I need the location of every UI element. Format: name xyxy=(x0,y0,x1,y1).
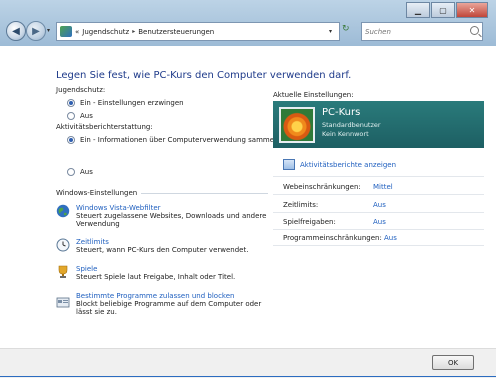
minimize-icon: ▁ xyxy=(414,5,422,15)
windows-settings-header: Windows-Einstellungen xyxy=(56,189,268,197)
setting-label: Spielfreigaben: xyxy=(283,218,336,226)
activity-reports-link[interactable]: Aktivitätsberichte anzeigen xyxy=(283,159,396,170)
user-account-type: Standardbenutzer xyxy=(322,121,381,129)
breadcrumb-item[interactable]: Jugendschutz xyxy=(82,28,129,36)
web-filter-link[interactable]: Windows Vista-Webfilter xyxy=(76,204,276,212)
web-restrictions-value[interactable]: Mittel xyxy=(373,183,393,191)
radio-label: Aus xyxy=(80,168,93,176)
control-panel-icon xyxy=(60,26,72,37)
avatar xyxy=(279,107,315,143)
games-trophy-icon xyxy=(58,265,68,278)
divider xyxy=(273,194,484,195)
user-summary-panel: PC-Kurs Standardbenutzer Kein Kennwort xyxy=(273,101,484,148)
refresh-icon[interactable]: ↻ xyxy=(342,24,350,34)
parental-control-label: Jugendschutz: xyxy=(56,86,106,94)
breadcrumb-item[interactable]: Benutzersteuerungen xyxy=(138,28,214,36)
time-limits-description: Steuert, wann PC-Kurs den Computer verwe… xyxy=(76,246,249,254)
parental-control-off-radio[interactable]: Aus xyxy=(67,112,93,120)
search-box[interactable] xyxy=(361,22,483,41)
divider xyxy=(273,212,484,213)
radio-selected-icon xyxy=(67,99,75,107)
divider xyxy=(141,192,268,194)
web-filter-description: Steuert zugelassene Websites, Downloads … xyxy=(76,212,267,228)
close-button[interactable]: ✕ xyxy=(456,2,488,18)
setting-label: Zeitlimits: xyxy=(283,201,319,209)
activity-reporting-label: Aktivitätsberichterstattung: xyxy=(56,123,153,131)
parental-control-on-radio[interactable]: Ein - Einstellungen erzwingen xyxy=(67,99,184,107)
breadcrumb-separator-icon[interactable]: ▸ xyxy=(132,28,135,35)
games-link[interactable]: Spiele xyxy=(76,265,276,273)
back-arrow-icon: ◀ xyxy=(12,25,20,37)
maximize-button[interactable]: ▢ xyxy=(431,2,455,18)
forward-button[interactable]: ▶ xyxy=(26,21,46,41)
setting-label: Programmeinschränkungen: xyxy=(283,234,382,242)
address-dropdown-icon[interactable]: ▾ xyxy=(329,28,339,35)
activity-reports-label: Aktivitätsberichte anzeigen xyxy=(300,160,397,169)
radio-label: Ein - Einstellungen erzwingen xyxy=(80,99,184,107)
breadcrumb-overflow[interactable]: « xyxy=(75,28,79,36)
ok-button[interactable]: OK xyxy=(432,355,474,370)
radio-selected-icon xyxy=(67,136,75,144)
back-button[interactable]: ◀ xyxy=(6,21,26,41)
radio-label: Ein - Informationen über Computerverwend… xyxy=(80,136,281,144)
minimize-button[interactable]: ▁ xyxy=(406,2,430,18)
globe-icon xyxy=(56,204,70,218)
divider xyxy=(273,229,484,230)
search-icon[interactable] xyxy=(470,26,479,35)
time-limits-link[interactable]: Zeitlimits xyxy=(76,238,276,246)
current-settings-title: Aktuelle Einstellungen: xyxy=(273,91,354,99)
section-label: Windows-Einstellungen xyxy=(56,189,138,197)
time-limits-value[interactable]: Aus xyxy=(373,201,386,209)
programs-description: Blockt beliebige Programme auf dem Compu… xyxy=(76,300,262,316)
user-name: PC-Kurs xyxy=(322,107,361,118)
close-icon: ✕ xyxy=(468,5,476,15)
activity-reporting-off-radio[interactable]: Aus xyxy=(67,168,93,176)
content-area: Legen Sie fest, wie PC-Kurs den Computer… xyxy=(0,46,496,348)
task-web-filter: Windows Vista-Webfilter Steuert zugelass… xyxy=(56,204,276,228)
divider xyxy=(273,176,484,177)
clock-icon xyxy=(56,238,70,252)
window-controls: ▁ ▢ ✕ xyxy=(406,2,488,18)
task-programs: Bestimmte Programme zulassen und blocken… xyxy=(56,292,276,316)
recent-pages-dropdown[interactable]: ▾ xyxy=(47,27,50,34)
setting-label: Webeinschränkungen: xyxy=(283,183,361,191)
game-ratings-value[interactable]: Aus xyxy=(373,218,386,226)
games-description: Steuert Spiele laut Freigabe, Inhalt ode… xyxy=(76,273,236,281)
user-password-status: Kein Kennwort xyxy=(322,130,369,138)
search-input[interactable] xyxy=(362,26,467,37)
page-title: Legen Sie fest, wie PC-Kurs den Computer… xyxy=(56,70,352,81)
programs-link[interactable]: Bestimmte Programme zulassen und blocken xyxy=(76,292,276,300)
footer-bar xyxy=(0,348,496,378)
radio-unselected-icon xyxy=(67,112,75,120)
title-bar: ▁ ▢ ✕ ◀ ▶ ▾ « Jugendschutz ▸ Benutzerste… xyxy=(0,0,496,46)
report-icon xyxy=(283,159,295,170)
task-games: Spiele Steuert Spiele laut Freigabe, Inh… xyxy=(56,265,276,281)
radio-label: Aus xyxy=(80,112,93,120)
forward-arrow-icon: ▶ xyxy=(32,25,40,37)
address-bar[interactable]: « Jugendschutz ▸ Benutzersteuerungen ▾ xyxy=(56,22,340,41)
activity-reporting-on-radio[interactable]: Ein - Informationen über Computerverwend… xyxy=(67,136,280,144)
radio-unselected-icon xyxy=(67,168,75,176)
program-restrictions-value[interactable]: Aus xyxy=(384,234,397,242)
divider xyxy=(273,245,484,246)
maximize-icon: ▢ xyxy=(439,5,447,15)
programs-icon xyxy=(56,297,70,308)
task-time-limits: Zeitlimits Steuert, wann PC-Kurs den Com… xyxy=(56,238,276,254)
